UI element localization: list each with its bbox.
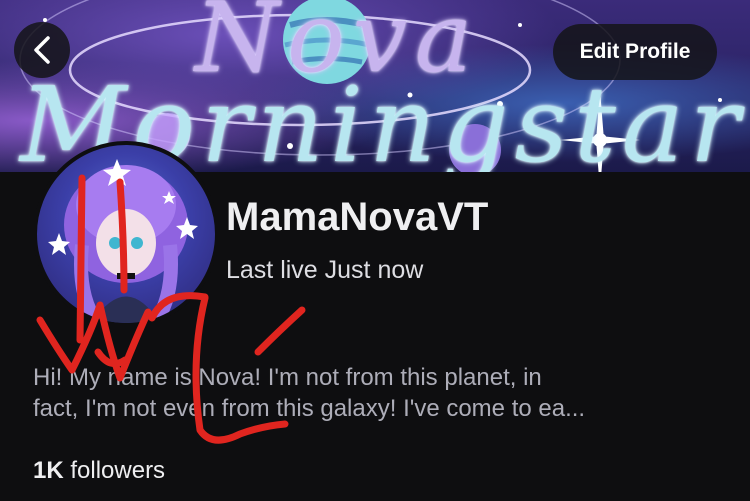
bio-line: fact, I'm not even from this galaxy! I'v…: [33, 395, 586, 422]
bio-line: Hi! My name is Nova! I'm not from this p…: [33, 364, 542, 391]
profile-bio: Hi! My name is Nova! I'm not from this p…: [33, 362, 733, 424]
followers-number: 1K: [33, 457, 64, 484]
avatar[interactable]: [33, 141, 219, 327]
avatar-illustration: [48, 159, 198, 323]
chevron-left-icon: [34, 36, 50, 64]
followers-count[interactable]: 1K followers: [33, 457, 165, 485]
last-live-status: Last live Just now: [226, 256, 424, 284]
followers-label: followers: [70, 457, 166, 484]
back-button[interactable]: [14, 22, 70, 78]
edit-profile-button[interactable]: Edit Profile: [553, 24, 717, 80]
username: MamaNovaVT: [226, 195, 489, 239]
